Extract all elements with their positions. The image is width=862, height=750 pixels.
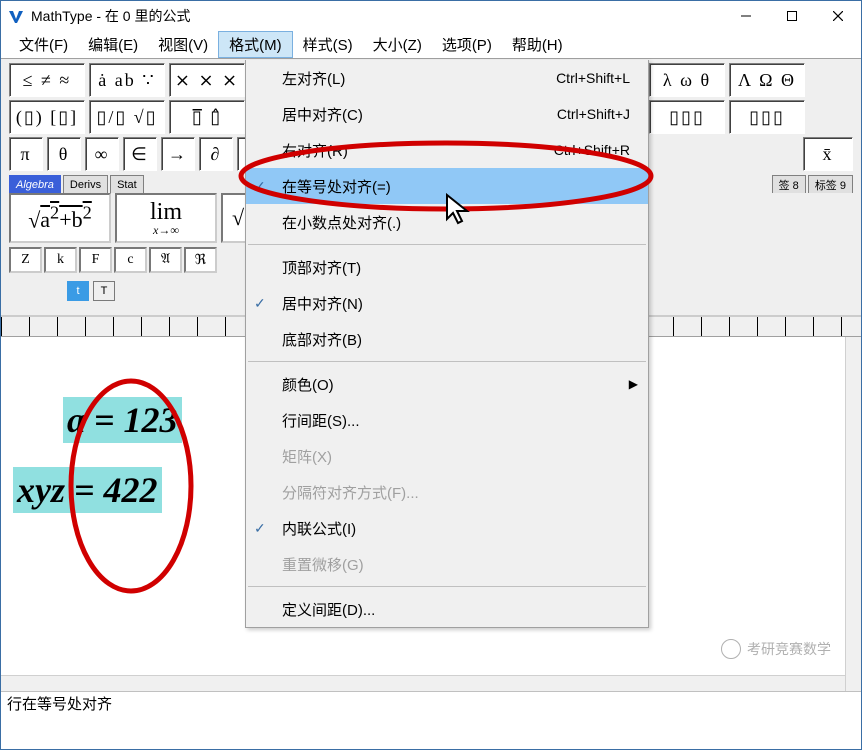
palette-decor[interactable]: ȧ ab ∵ (89, 63, 165, 97)
menu-style[interactable]: 样式(S) (293, 31, 363, 58)
menu-separator (248, 361, 646, 362)
check-icon: ✓ (254, 295, 266, 312)
tab-derivs[interactable]: Derivs (63, 175, 108, 193)
template-frac-root[interactable]: ▯/▯ √▯ (89, 100, 165, 134)
horizontal-scrollbar[interactable] (1, 675, 845, 691)
menu-fence-align: 分隔符对齐方式(F)... (246, 474, 648, 510)
big-template-lim[interactable]: lim x→∞ (115, 193, 217, 243)
menu-define-spacing-label: 定义间距(D)... (282, 599, 375, 620)
small-z[interactable]: Z (9, 247, 42, 273)
sym-in[interactable]: ∈ (123, 137, 157, 171)
sym-align[interactable]: x̄ (803, 137, 853, 171)
menu-valign-bottom-label: 底部对齐(B) (282, 329, 362, 350)
big-template-pythag[interactable]: √a2+b2 (9, 193, 111, 243)
menu-fence-align-label: 分隔符对齐方式(F)... (282, 482, 419, 503)
tab-label9[interactable]: 标签 9 (808, 175, 853, 193)
palette-greek-lower[interactable]: λ ω θ (649, 63, 725, 97)
template-matrix[interactable]: ▯▯▯ (649, 100, 725, 134)
small-re[interactable]: ℜ (184, 247, 217, 273)
menu-align-right-shortcut: Ctrl+Shift+R (554, 142, 630, 158)
tab-label8[interactable]: 签 8 (772, 175, 806, 193)
menu-align-decimal[interactable]: 在小数点处对齐(.) (246, 204, 648, 240)
menu-valign-center-label: 居中对齐(N) (282, 293, 363, 314)
tab-algebra[interactable]: Algebra (9, 175, 61, 193)
sym-theta[interactable]: θ (47, 137, 81, 171)
menu-align-equals-label: 在等号处对齐(=) (282, 176, 391, 197)
menu-reset-nudge-label: 重置微移(G) (282, 554, 364, 575)
sym-infinity[interactable]: ∞ (85, 137, 119, 171)
small-f[interactable]: F (79, 247, 112, 273)
menu-separator (248, 244, 646, 245)
menu-color-label: 颜色(O) (282, 374, 334, 395)
equation-line-1[interactable]: a = 123 (63, 397, 182, 443)
menu-edit[interactable]: 编辑(E) (78, 31, 148, 58)
menu-valign-bottom[interactable]: 底部对齐(B) (246, 321, 648, 357)
watermark-icon (721, 639, 741, 659)
check-icon: ✓ (254, 178, 266, 195)
watermark: 考研竞赛数学 (721, 639, 831, 659)
menu-color[interactable]: 颜色(O) ▶ (246, 366, 648, 402)
check-icon: ✓ (254, 520, 266, 537)
menu-align-left[interactable]: 左对齐(L) Ctrl+Shift+L (246, 60, 648, 96)
maximize-button[interactable] (769, 1, 815, 31)
small-k[interactable]: k (44, 247, 77, 273)
menu-reset-nudge: 重置微移(G) (246, 546, 648, 582)
submenu-arrow-icon: ▶ (629, 377, 638, 391)
template-accent[interactable]: ▯̅ ▯̂ (169, 100, 245, 134)
menu-matrix-label: 矩阵(X) (282, 446, 332, 467)
menu-help[interactable]: 帮助(H) (502, 31, 573, 58)
sym-partial[interactable]: ∂ (199, 137, 233, 171)
menu-valign-top[interactable]: 顶部对齐(T) (246, 249, 648, 285)
menubar: 文件(F) 编辑(E) 视图(V) 格式(M) 样式(S) 大小(Z) 选项(P… (1, 31, 861, 59)
menu-inline-label: 内联公式(I) (282, 518, 356, 539)
menu-matrix: 矩阵(X) (246, 438, 648, 474)
sym-arrow[interactable]: → (161, 137, 195, 171)
menu-align-left-shortcut: Ctrl+Shift+L (556, 70, 630, 86)
menu-align-left-label: 左对齐(L) (282, 68, 345, 89)
menu-align-center-label: 居中对齐(C) (282, 104, 363, 125)
palette-relations[interactable]: ≤ ≠ ≈ (9, 63, 85, 97)
palette-greek-upper[interactable]: Λ Ω Θ (729, 63, 805, 97)
menu-options[interactable]: 选项(P) (432, 31, 502, 58)
status-text: 行在等号处对齐 (7, 693, 112, 714)
menu-view[interactable]: 视图(V) (148, 31, 218, 58)
status-bar: 行在等号处对齐 (1, 691, 861, 715)
menu-define-spacing[interactable]: 定义间距(D)... (246, 591, 648, 627)
menu-valign-top-label: 顶部对齐(T) (282, 257, 361, 278)
menu-linespacing[interactable]: 行间距(S)... (246, 402, 648, 438)
menu-file[interactable]: 文件(F) (9, 31, 78, 58)
menu-valign-center[interactable]: ✓ 居中对齐(N) (246, 285, 648, 321)
menu-linespacing-label: 行间距(S)... (282, 410, 360, 431)
format-size-small[interactable]: t (67, 281, 89, 301)
menu-align-center-shortcut: Ctrl+Shift+J (557, 106, 630, 122)
tab-stat[interactable]: Stat (110, 175, 144, 193)
menu-size[interactable]: 大小(Z) (363, 31, 432, 58)
menu-align-equals[interactable]: ✓ 在等号处对齐(=) (246, 168, 648, 204)
format-menu-panel: 左对齐(L) Ctrl+Shift+L 居中对齐(C) Ctrl+Shift+J… (245, 60, 649, 628)
close-button[interactable] (815, 1, 861, 31)
menu-align-decimal-label: 在小数点处对齐(.) (282, 212, 401, 233)
menu-align-right-label: 右对齐(R) (282, 140, 348, 161)
menu-format[interactable]: 格式(M) (218, 31, 293, 58)
minimize-button[interactable] (723, 1, 769, 31)
menu-inline[interactable]: ✓ 内联公式(I) (246, 510, 648, 546)
watermark-text: 考研竞赛数学 (747, 639, 831, 659)
small-c[interactable]: c (114, 247, 147, 273)
template-fences[interactable]: (▯) [▯] (9, 100, 85, 134)
equation-line-2[interactable]: xyz = 422 (13, 467, 162, 513)
small-frak-a[interactable]: 𝔄 (149, 247, 182, 273)
menu-align-center[interactable]: 居中对齐(C) Ctrl+Shift+J (246, 96, 648, 132)
vertical-scrollbar[interactable] (845, 337, 861, 691)
window-title: MathType - 在 0 里的公式 (31, 6, 190, 26)
menu-separator (248, 586, 646, 587)
template-grid[interactable]: ▯▯▯ (729, 100, 805, 134)
sym-pi[interactable]: π (9, 137, 43, 171)
app-icon (7, 7, 25, 25)
menu-align-right[interactable]: 右对齐(R) Ctrl+Shift+R (246, 132, 648, 168)
palette-spaces[interactable]: ⨯ ⨯ ⨯ (169, 63, 245, 97)
format-size-large[interactable]: T (93, 281, 115, 301)
